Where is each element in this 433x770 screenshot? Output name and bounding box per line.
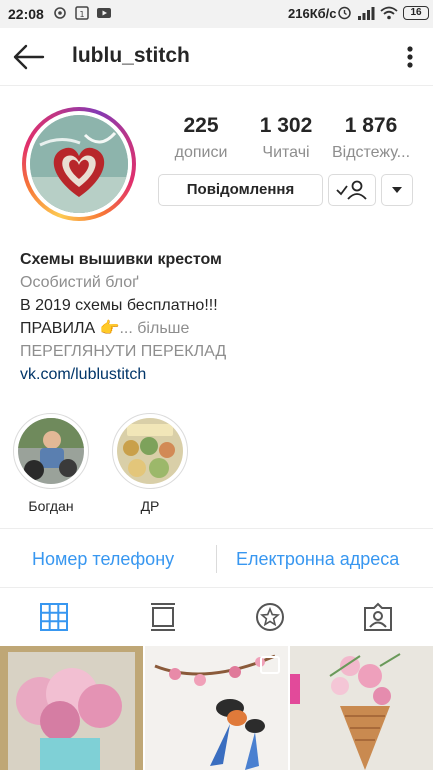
highlight-bogdan[interactable]: Богдан [11, 413, 91, 514]
contact-options: Номер телефону Електронна адреса [0, 528, 433, 588]
more-options-icon[interactable] [398, 42, 422, 72]
email-contact-button[interactable]: Електронна адреса [236, 549, 399, 570]
following-count[interactable]: 1 876 Відстежу... [321, 114, 421, 162]
back-arrow-icon[interactable] [12, 42, 46, 72]
bio-website-link[interactable]: vk.com/lublustitch [20, 363, 420, 386]
network-speed: 216Кб/с [288, 6, 337, 21]
user-check-icon [336, 180, 367, 200]
svg-text:1: 1 [79, 10, 84, 19]
avatar-image [30, 115, 128, 213]
highlight-dr[interactable]: ДР [110, 413, 190, 514]
grid-post-thumbnail[interactable] [0, 646, 143, 770]
calendar-icon: 1 [75, 6, 89, 20]
suggestions-dropdown-button[interactable] [381, 174, 413, 206]
see-translation-link[interactable]: ПЕРЕГЛЯНУТИ ПЕРЕКЛАД [20, 340, 420, 363]
grid-post-thumbnail[interactable] [290, 646, 433, 770]
bio-line-rules: ПРАВИЛА 👉... більше [20, 317, 420, 340]
chevron-down-icon [392, 187, 402, 193]
grid-icon[interactable] [39, 602, 69, 632]
following-count-value: 1 876 [344, 114, 398, 137]
message-button[interactable]: Повідомлення [158, 174, 323, 206]
bio-rules-text: ПРАВИЛА 👉 [20, 320, 120, 337]
profile-username: lublu_stitch [72, 44, 190, 67]
photo-grid [0, 644, 433, 770]
bio-more-link[interactable]: ... більше [119, 320, 189, 337]
wifi-icon [380, 6, 398, 19]
status-time: 22:08 [8, 6, 44, 22]
alarm-icon [338, 6, 351, 20]
battery-indicator: 16 [403, 5, 429, 20]
following-count-label: Відстежу... [331, 144, 411, 161]
profile-bio: Схемы вышивки крестом Особистий блоґ В 2… [20, 248, 420, 386]
location-icon [54, 7, 66, 19]
grid-post-thumbnail[interactable] [145, 646, 288, 770]
phone-contact-button[interactable]: Номер телефону [32, 549, 174, 570]
highlight-image [117, 418, 183, 484]
notification-icons: 1 [52, 6, 112, 20]
bio-category: Особистий блоґ [20, 274, 139, 291]
profile-header: lublu_stitch [0, 28, 433, 86]
contact-divider [216, 545, 217, 573]
highlight-label: ДР [140, 498, 160, 514]
star-icon[interactable] [255, 602, 285, 632]
profile-avatar[interactable] [22, 107, 136, 221]
status-bar: 22:08 1 216Кб/с 16 [0, 0, 433, 28]
feed-icon[interactable] [148, 602, 178, 632]
signal-icon [358, 6, 375, 20]
following-button[interactable] [328, 174, 376, 206]
bio-line: В 2019 схемы бесплатно!!! [20, 297, 218, 314]
youtube-icon [97, 8, 111, 18]
tagged-icon[interactable] [363, 602, 393, 632]
bio-full-name: Схемы вышивки крестом [20, 251, 222, 268]
multiple-photos-icon [260, 656, 280, 674]
highlight-image [18, 418, 84, 484]
profile-tabs [0, 588, 433, 644]
highlight-label: Богдан [28, 498, 74, 514]
